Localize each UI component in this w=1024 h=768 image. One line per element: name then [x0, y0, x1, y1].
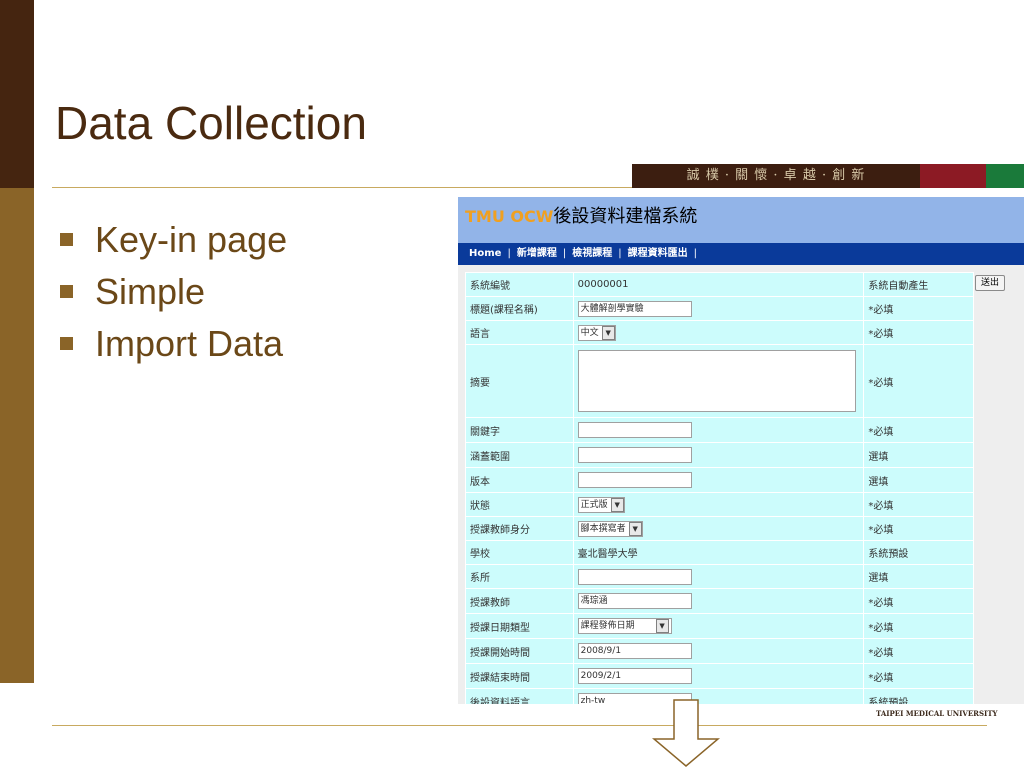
nav-export-course[interactable]: 課程資料匯出 — [622, 248, 694, 259]
field-label: 版本 — [465, 467, 574, 493]
form-row: 授課開始時間 2008/9/1 *必填 — [465, 638, 974, 664]
field-note: 選填 — [863, 442, 974, 468]
university-name: TAIPEI MEDICAL UNIVERSITY — [876, 709, 998, 718]
language-select[interactable]: 中文 ▼ — [577, 324, 616, 341]
field-note: 系統預設 — [863, 688, 974, 704]
left-band-gold — [0, 188, 34, 683]
nav-add-course[interactable]: 新增課程 — [511, 248, 563, 259]
abstract-textarea[interactable] — [577, 350, 856, 412]
bullet-item: Import Data — [60, 322, 287, 374]
nav-separator: | — [693, 248, 697, 259]
field-label: 涵蓋範圍 — [465, 442, 574, 468]
field-label: 授課日期類型 — [465, 613, 574, 639]
field-note: 系統預設 — [863, 540, 974, 565]
keywords-input[interactable] — [577, 422, 692, 438]
field-note: *必填 — [863, 516, 974, 541]
form-row: 標題(課程名稱) 大體解剖學實驗 *必填 — [465, 296, 974, 321]
field-label: 授課開始時間 — [465, 638, 574, 664]
footer-divider — [52, 725, 987, 726]
field-note: 選填 — [863, 467, 974, 493]
app-screenshot: TMU OCW後設資料建檔系統 Home | 新增課程 | 檢視課程 | 課程資料匯出 | 系… — [458, 197, 1024, 704]
form-row: 狀態 正式版 ▼ *必填 — [465, 492, 974, 517]
form-row: 摘要 *必填 — [465, 344, 974, 418]
field-label: 授課結束時間 — [465, 663, 574, 689]
bullet-square-icon — [60, 284, 73, 298]
motto-green-block — [986, 164, 1024, 188]
form-row: 授課結束時間 2009/2/1 *必填 — [465, 663, 974, 689]
field-label: 語言 — [465, 320, 574, 345]
bullet-square-icon — [60, 336, 73, 350]
field-label: 授課教師身分 — [465, 516, 574, 541]
form-row: 授課教師身分 腳本撰寫者 ▼ *必填 — [465, 516, 974, 541]
app-nav: Home | 新增課程 | 檢視課程 | 課程資料匯出 | — [458, 243, 1024, 265]
status-select[interactable]: 正式版 ▼ — [577, 496, 625, 513]
form-row: 涵蓋範圍 選填 — [465, 442, 974, 468]
bullet-item: Key-in page — [60, 218, 287, 270]
bullet-item: Simple — [60, 270, 287, 322]
submit-button[interactable]: 送出 — [975, 275, 1005, 291]
nav-home[interactable]: Home — [458, 248, 507, 259]
field-note: *必填 — [863, 296, 974, 321]
dropdown-arrow-icon: ▼ — [655, 619, 669, 633]
dropdown-arrow-icon: ▼ — [610, 497, 624, 512]
field-note: 系統自動產生 — [863, 272, 974, 297]
app-title: TMU OCW後設資料建檔系統 — [465, 202, 697, 228]
field-label: 系所 — [465, 564, 574, 589]
start-date-input[interactable]: 2008/9/1 — [577, 643, 692, 659]
dropdown-arrow-icon: ▼ — [628, 521, 642, 536]
form-row: 授課教師 馮琮涵 *必填 — [465, 588, 974, 614]
form-row: 授課日期類型 課程發佈日期 ▼ *必填 — [465, 613, 974, 639]
form-row: 學校 臺北醫學大學 系統預設 — [465, 540, 974, 565]
left-band-dark — [0, 0, 34, 188]
motto-banner: 誠 樸 · 關 懷 · 卓 越 · 創 新 — [632, 164, 920, 188]
app-header: TMU OCW後設資料建檔系統 — [458, 197, 1024, 243]
course-title-input[interactable]: 大體解剖學實驗 — [577, 300, 692, 317]
field-label: 摘要 — [465, 344, 574, 418]
field-label: 系統編號 — [465, 272, 574, 297]
field-label: 授課教師 — [465, 588, 574, 614]
metadata-form: 系統編號 00000001 系統自動產生 標題(課程名稱) 大體解剖學實驗 *必… — [465, 272, 974, 704]
field-note: *必填 — [863, 613, 974, 639]
department-input[interactable] — [577, 568, 692, 585]
field-note: *必填 — [863, 344, 974, 418]
field-note: 選填 — [863, 564, 974, 589]
instructor-role-select[interactable]: 腳本撰寫者 ▼ — [577, 520, 643, 537]
instructor-input[interactable]: 馮琮涵 — [577, 593, 692, 609]
form-row: 語言 中文 ▼ *必填 — [465, 320, 974, 345]
bullet-square-icon — [60, 232, 73, 246]
field-label: 學校 — [465, 540, 574, 565]
app-title-text: 後設資料建檔系統 — [553, 206, 698, 227]
field-label: 後設資料語言 — [465, 688, 574, 704]
coverage-input[interactable] — [577, 447, 692, 463]
version-input[interactable] — [577, 472, 692, 488]
field-note: *必填 — [863, 492, 974, 517]
field-note: *必填 — [863, 638, 974, 664]
date-type-select[interactable]: 課程發佈日期 ▼ — [577, 618, 672, 634]
bullet-list: Key-in page Simple Import Data — [60, 218, 287, 374]
field-note: *必填 — [863, 417, 974, 443]
motto-red-block — [920, 164, 986, 188]
system-id-value: 00000001 — [572, 272, 865, 297]
dropdown-arrow-icon: ▼ — [601, 325, 615, 340]
field-note: *必填 — [863, 588, 974, 614]
down-arrow-icon — [652, 699, 720, 767]
form-row: 版本 選填 — [465, 467, 974, 493]
form-row: 系所 選填 — [465, 564, 974, 589]
slide-title: Data Collection — [55, 97, 367, 149]
end-date-input[interactable]: 2009/2/1 — [577, 668, 692, 684]
field-note: *必填 — [863, 663, 974, 689]
field-label: 狀態 — [465, 492, 574, 517]
nav-view-course[interactable]: 檢視課程 — [566, 248, 618, 259]
field-label: 關鍵字 — [465, 417, 574, 443]
form-row: 系統編號 00000001 系統自動產生 — [465, 272, 974, 297]
field-label: 標題(課程名稱) — [465, 296, 574, 321]
form-row: 關鍵字 *必填 — [465, 417, 974, 443]
field-note: *必填 — [863, 320, 974, 345]
app-brand: TMU OCW — [465, 207, 554, 226]
title-divider — [52, 187, 632, 188]
school-value: 臺北醫學大學 — [572, 540, 865, 565]
